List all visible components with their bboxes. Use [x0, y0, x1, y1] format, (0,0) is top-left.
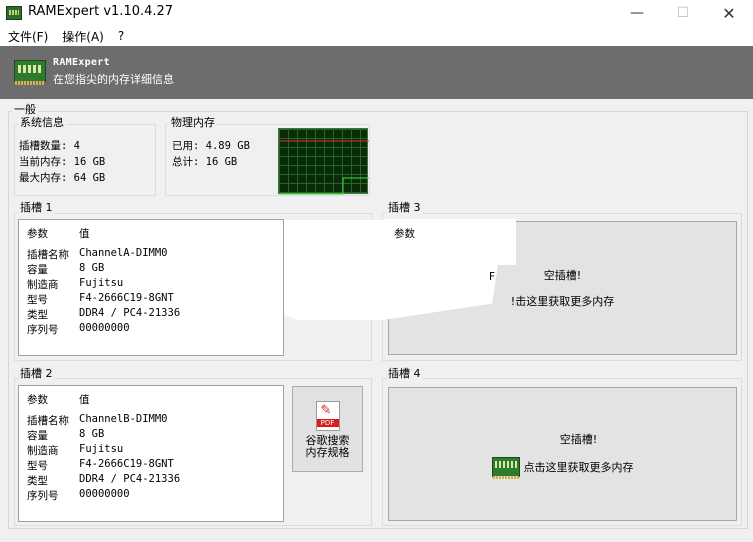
row-value: Fujitsu: [79, 443, 124, 455]
pdf-acrobat-glyph: ✎: [320, 403, 332, 418]
row-key: 序列号: [27, 324, 59, 336]
slot4-empty-title: 空插槽!: [559, 433, 598, 446]
system-info-label: 系统信息: [18, 116, 66, 129]
slot4-get-more-link[interactable]: 点击这里获取更多内存: [491, 457, 634, 479]
search-spec-button[interactable]: ✎ PDF 谷歌搜索 内存规格: [292, 386, 363, 472]
slot1-label: 插槽 1: [18, 201, 55, 214]
memory-graph-svg: [279, 140, 369, 195]
pdf-icon-tag: PDF: [316, 419, 339, 427]
slot1-header-val: 值: [79, 228, 90, 240]
physical-memory-label: 物理内存: [169, 116, 217, 129]
row-key: 插槽名称: [27, 415, 69, 427]
banner-subtitle: 在您指尖的内存详细信息: [53, 73, 174, 86]
pdf-icon: ✎ PDF: [315, 401, 340, 431]
slot3-label: 插槽 3: [386, 201, 423, 214]
menu-bar: 文件(F) 操作(A) ?: [0, 26, 753, 46]
row-key: 类型: [27, 475, 48, 487]
menu-file[interactable]: 文件(F): [2, 28, 54, 45]
slot3-stray-glyph: F: [489, 271, 496, 283]
slot2-table: 参数 值 插槽名称 ChannelB-DIMM0 容量 8 GB 制造商 Fujits…: [18, 385, 284, 522]
banner-title: RAMExpert: [53, 57, 110, 68]
row-value: 00000000: [79, 488, 130, 500]
search-spec-line2: 内存规格: [305, 446, 350, 459]
memory-usage-graph: [278, 128, 369, 195]
row-value: DDR4 / PC4-21336: [79, 307, 181, 319]
row-value: 00000000: [79, 322, 130, 334]
row-key: 制造商: [27, 279, 59, 291]
row-value: Fujitsu: [79, 277, 124, 289]
slot4-label: 插槽 4: [386, 367, 423, 380]
slot2-header-key: 参数: [27, 394, 48, 406]
row-value: DDR4 / PC4-21336: [79, 473, 181, 485]
row-value: 8 GB: [79, 428, 105, 440]
row-key: 容量: [27, 264, 48, 276]
slot3-get-more-link[interactable]: !击这里获取更多内存: [511, 293, 614, 309]
title-bar: RAMExpert v1.10.4.27 — ☐ ✕: [0, 0, 753, 26]
menu-action[interactable]: 操作(A): [56, 28, 110, 45]
slot2-label: 插槽 2: [18, 367, 55, 380]
slot3-header-key: 参数: [394, 228, 415, 240]
render-artifact: [284, 220, 384, 320]
window-title: RAMExpert v1.10.4.27: [28, 4, 174, 19]
used-memory: 已用: 4.89 GB: [172, 140, 250, 152]
row-key: 制造商: [27, 445, 59, 457]
close-button[interactable]: ✕: [706, 0, 752, 26]
slot3-link-text: !击这里获取更多内存: [510, 295, 615, 308]
row-key: 型号: [27, 294, 48, 306]
ram-module-icon: [491, 457, 520, 479]
minimize-button[interactable]: —: [614, 0, 660, 26]
menu-help[interactable]: ?: [112, 29, 130, 43]
row-key: 型号: [27, 460, 48, 472]
maximize-button[interactable]: ☐: [660, 0, 706, 26]
header-banner: RAMExpert 在您指尖的内存详细信息: [0, 46, 753, 99]
general-group-label: 一般: [12, 103, 38, 116]
row-key: 序列号: [27, 490, 59, 502]
app-icon: [6, 6, 22, 20]
slot3-empty-title: 空插槽!: [543, 269, 582, 282]
slot-count: 插槽数量: 4: [19, 140, 80, 152]
row-value: F4-2666C19-8GNT: [79, 292, 174, 304]
row-value: ChannelA-DIMM0: [79, 247, 168, 259]
slot4-empty-panel[interactable]: 空插槽! 点击这里获取更多内存: [388, 387, 737, 521]
row-key: 类型: [27, 309, 48, 321]
slot2-header-val: 值: [79, 394, 90, 406]
row-value: F4-2666C19-8GNT: [79, 458, 174, 470]
slot1-header-key: 参数: [27, 228, 48, 240]
row-key: 容量: [27, 430, 48, 442]
current-memory: 当前内存: 16 GB: [19, 156, 106, 168]
total-memory: 总计: 16 GB: [172, 156, 238, 168]
row-key: 插槽名称: [27, 249, 69, 261]
slot4-link-text: 点击这里获取更多内存: [523, 461, 634, 474]
slot1-table: 参数 值 插槽名称 ChannelA-DIMM0 容量 8 GB 制造商 Fujits…: [18, 219, 284, 356]
row-value: ChannelB-DIMM0: [79, 413, 168, 425]
max-memory: 最大内存: 64 GB: [19, 172, 106, 184]
row-value: 8 GB: [79, 262, 105, 274]
ram-module-icon: [14, 60, 46, 85]
graph-used-line: [279, 177, 369, 195]
